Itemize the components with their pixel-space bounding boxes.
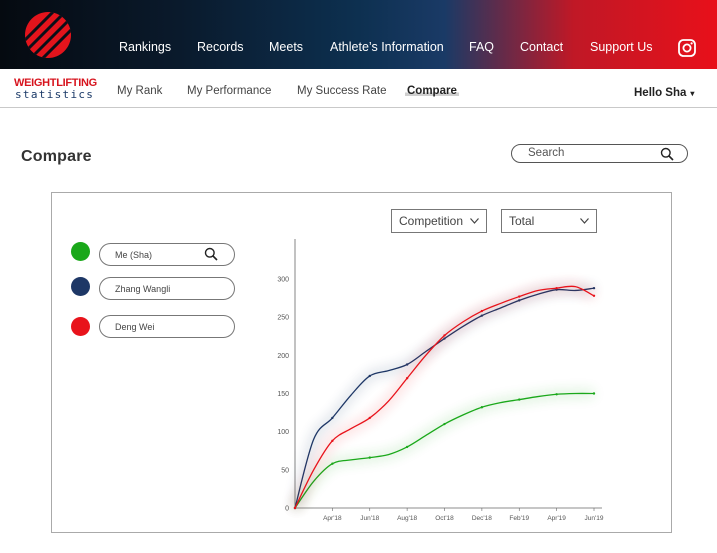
athlete-color-dot xyxy=(71,277,90,296)
data-point xyxy=(405,445,409,449)
y-tick-label: 150 xyxy=(277,391,289,398)
nav-records[interactable]: Records xyxy=(197,40,244,54)
search-icon[interactable] xyxy=(204,247,218,261)
data-point xyxy=(331,416,334,420)
x-tick-label: Jun'18 xyxy=(360,515,379,522)
athlete-input-me[interactable]: Me (Sha) xyxy=(99,243,235,266)
comparison-line-chart: 0 50 100 150 200 250 300 Apr'18 Jun'18 Aug'18 Oct'… xyxy=(277,239,604,522)
main-nav: Rankings Records Meets Athlete’s Informa… xyxy=(0,40,717,58)
nav-support-us[interactable]: Support Us xyxy=(590,40,653,54)
x-tick-label: Jun'19 xyxy=(585,515,604,522)
x-tick-label: Feb'19 xyxy=(509,515,529,522)
athlete-name: Zhang Wangli xyxy=(115,284,171,294)
data-point xyxy=(555,393,558,396)
y-tick-label: 300 xyxy=(277,277,289,284)
nav-rankings[interactable]: Rankings xyxy=(119,40,171,54)
chevron-down-icon xyxy=(580,218,589,224)
data-point xyxy=(331,439,334,443)
user-greeting: Hello Sha xyxy=(634,87,687,99)
athlete-input-zhang-wangli[interactable]: Zhang Wangli xyxy=(99,277,235,300)
data-point xyxy=(518,295,521,298)
subnav-my-performance[interactable]: My Performance xyxy=(187,85,271,97)
data-point xyxy=(443,334,446,337)
page-title: Compare xyxy=(21,148,92,165)
data-point xyxy=(592,294,596,297)
nav-faq[interactable]: FAQ xyxy=(469,40,494,54)
athlete-color-dot xyxy=(71,317,90,336)
x-tick-label: Apr'18 xyxy=(323,515,342,522)
subnav-my-success-rate[interactable]: My Success Rate xyxy=(297,85,386,97)
search-input[interactable]: Search xyxy=(511,144,688,163)
metric-dropdown[interactable]: Total xyxy=(501,209,597,233)
x-tick-label: Aug'18 xyxy=(397,515,417,522)
subnav-compare[interactable]: Compare xyxy=(405,85,459,97)
y-tick-label: 100 xyxy=(277,429,289,436)
x-tick-label: Apr'19 xyxy=(547,515,566,522)
y-tick-label: 0 xyxy=(285,506,289,513)
competition-dropdown-value: Competition xyxy=(399,214,464,228)
y-tick-label: 200 xyxy=(277,353,289,360)
data-point xyxy=(555,286,558,290)
x-tick-label: Dec'18 xyxy=(472,515,492,522)
data-point xyxy=(405,377,409,380)
data-point xyxy=(480,406,484,409)
metric-dropdown-value: Total xyxy=(509,214,535,228)
nav-meets[interactable]: Meets xyxy=(269,40,303,54)
search-icon[interactable] xyxy=(660,147,674,161)
data-point xyxy=(293,506,297,510)
data-point xyxy=(368,374,371,378)
data-point xyxy=(480,309,484,313)
user-menu[interactable]: Hello Sha ▾ xyxy=(634,87,694,99)
instagram-icon[interactable] xyxy=(678,39,696,57)
athlete-input-deng-wei[interactable]: Deng Wei xyxy=(99,315,235,338)
nav-athletes-information[interactable]: Athlete’s Information xyxy=(330,40,444,54)
athlete-name: Me (Sha) xyxy=(115,250,153,260)
y-tick-label: 50 xyxy=(281,467,289,474)
compare-panel: Competition Total Me (Sha) Zhang Wangli … xyxy=(51,192,672,533)
data-point xyxy=(368,456,371,459)
athlete-name: Deng Wei xyxy=(115,322,155,332)
data-point xyxy=(518,398,521,401)
search-placeholder: Search xyxy=(528,147,565,159)
chevron-down-icon xyxy=(470,218,479,224)
data-point xyxy=(405,363,409,366)
data-point xyxy=(443,422,446,426)
brand-wordmark-bottom[interactable]: statistics xyxy=(15,88,94,101)
subnav-my-rank[interactable]: My Rank xyxy=(117,85,162,97)
x-tick-label: Oct'18 xyxy=(435,515,454,522)
athlete-color-dot xyxy=(71,242,90,261)
y-tick-label: 250 xyxy=(277,315,289,322)
data-point xyxy=(331,462,334,465)
competition-dropdown[interactable]: Competition xyxy=(391,209,487,233)
nav-contact[interactable]: Contact xyxy=(520,40,563,54)
data-point xyxy=(592,392,596,395)
data-point xyxy=(368,416,371,420)
top-navbar: Rankings Records Meets Athlete’s Informa… xyxy=(0,0,717,69)
caret-down-icon: ▾ xyxy=(690,89,695,98)
data-point xyxy=(592,286,596,290)
sub-navbar: WEIGHTLIFTING statistics My Rank My Perf… xyxy=(0,69,717,108)
